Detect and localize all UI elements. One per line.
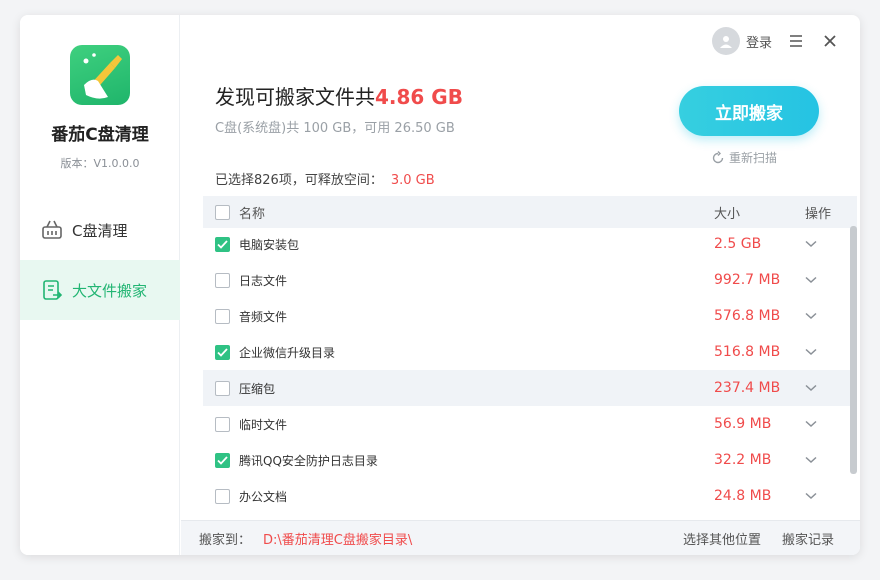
- list-scrollbar[interactable]: [850, 226, 857, 474]
- selection-summary: 已选择826项，可释放空间： 3.0 GB: [215, 169, 435, 188]
- row-name: 腾讯QQ安全防护日志目录: [239, 453, 378, 468]
- row-name: 压缩包: [239, 381, 276, 396]
- login-link[interactable]: 登录: [746, 32, 772, 51]
- close-icon[interactable]: [820, 31, 840, 51]
- row-size: 24.8 MB: [714, 488, 772, 504]
- row-size: 992.7 MB: [714, 272, 781, 288]
- move-to-label: 搬家到：: [199, 532, 252, 548]
- title-prefix: 发现可搬家文件共: [215, 85, 375, 109]
- sidebar-item-c-clean[interactable]: C盘清理: [20, 200, 180, 260]
- rescan-button[interactable]: 重新扫描: [711, 149, 777, 166]
- refresh-icon: [712, 150, 724, 163]
- row-size: 2.5 GB: [714, 236, 762, 252]
- choose-location-link[interactable]: 选择其他位置: [683, 529, 761, 548]
- topbar: 登录: [711, 27, 840, 55]
- table-row[interactable]: 临时文件 56.9 MB: [203, 406, 850, 442]
- basket-icon: [40, 218, 64, 242]
- chevron-down-icon[interactable]: [803, 380, 819, 396]
- selected-text: 已选择826项，可释放空间：: [215, 173, 383, 188]
- row-size: 32.2 MB: [714, 452, 772, 468]
- total-size: 4.86 GB: [375, 85, 463, 109]
- table-header: 名称 大小 操作: [203, 196, 857, 228]
- chevron-down-icon[interactable]: [803, 452, 819, 468]
- disk-info: C盘(系统盘)共 100 GB，可用 26.50 GB: [215, 121, 455, 136]
- chevron-down-icon[interactable]: [803, 236, 819, 252]
- row-size: 576.8 MB: [714, 308, 781, 324]
- file-move-icon: [40, 278, 64, 302]
- row-checkbox[interactable]: [215, 452, 230, 468]
- row-name: 办公文档: [239, 489, 288, 504]
- file-list: 电脑安装包 2.5 GB 日志文件 992.7 MB 音频文件 576.8 MB…: [203, 226, 850, 520]
- header-size: 大小: [714, 206, 741, 222]
- row-size: 516.8 MB: [714, 344, 781, 360]
- header-op: 操作: [805, 206, 832, 222]
- header-name: 名称: [239, 206, 266, 222]
- row-checkbox[interactable]: [215, 344, 230, 360]
- row-checkbox[interactable]: [215, 488, 230, 504]
- chevron-down-icon[interactable]: [803, 488, 819, 504]
- row-name: 日志文件: [239, 273, 288, 288]
- footer-bar: 搬家到： D:\番茄清理C盘搬家目录\ 选择其他位置 搬家记录: [181, 520, 860, 555]
- sidebar-item-label: C盘清理: [72, 221, 128, 240]
- table-row[interactable]: 压缩包 237.4 MB: [203, 370, 850, 406]
- row-name: 企业微信升级目录: [239, 345, 336, 360]
- select-all-checkbox[interactable]: [215, 204, 230, 220]
- move-now-button[interactable]: 立即搬家: [679, 86, 819, 136]
- row-name: 临时文件: [239, 417, 288, 432]
- app-version: 版本：V1.0.0.0: [60, 157, 140, 170]
- row-name: 电脑安装包: [239, 237, 300, 252]
- sidebar-item-large-file-move[interactable]: 大文件搬家: [20, 260, 180, 320]
- chevron-down-icon[interactable]: [803, 308, 819, 324]
- move-to-path[interactable]: D:\番茄清理C盘搬家目录\: [263, 529, 412, 548]
- rescan-label: 重新扫描: [729, 151, 778, 165]
- selected-size: 3.0 GB: [390, 173, 435, 188]
- table-row[interactable]: 音频文件 576.8 MB: [203, 298, 850, 334]
- sidebar-item-label: 大文件搬家: [72, 281, 148, 300]
- chevron-down-icon[interactable]: [803, 344, 819, 360]
- row-size: 56.9 MB: [714, 416, 772, 432]
- main-panel: 登录 发现可搬家文件共4.86 GB C盘(系统盘)共 100 GB，可用 26…: [181, 15, 860, 555]
- row-checkbox[interactable]: [215, 272, 230, 288]
- row-size: 237.4 MB: [714, 380, 781, 396]
- table-row[interactable]: 企业微信升级目录 516.8 MB: [203, 334, 850, 370]
- row-checkbox[interactable]: [215, 416, 230, 432]
- avatar[interactable]: [711, 27, 740, 55]
- row-checkbox[interactable]: [215, 380, 230, 396]
- row-name: 音频文件: [239, 309, 288, 324]
- table-row[interactable]: 日志文件 992.7 MB: [203, 262, 850, 298]
- table-row[interactable]: 腾讯QQ安全防护日志目录 32.2 MB: [203, 442, 850, 478]
- table-row[interactable]: 电脑安装包 2.5 GB: [203, 226, 850, 262]
- sidebar: 番茄C盘清理 版本：V1.0.0.0 C盘清理 大文件搬家: [20, 15, 180, 555]
- app-logo-icon: [70, 45, 130, 105]
- row-checkbox[interactable]: [215, 236, 230, 252]
- table-row[interactable]: 办公文档 24.8 MB: [203, 478, 850, 514]
- app-window: 番茄C盘清理 版本：V1.0.0.0 C盘清理 大文件搬家 登录 发现可搬家文件…: [20, 15, 860, 555]
- menu-icon[interactable]: [786, 31, 806, 51]
- move-history-link[interactable]: 搬家记录: [782, 529, 834, 548]
- chevron-down-icon[interactable]: [803, 272, 819, 288]
- chevron-down-icon[interactable]: [803, 416, 819, 432]
- app-name: 番茄C盘清理: [51, 125, 149, 145]
- row-checkbox[interactable]: [215, 308, 230, 324]
- page-title: 发现可搬家文件共4.86 GB: [215, 81, 463, 110]
